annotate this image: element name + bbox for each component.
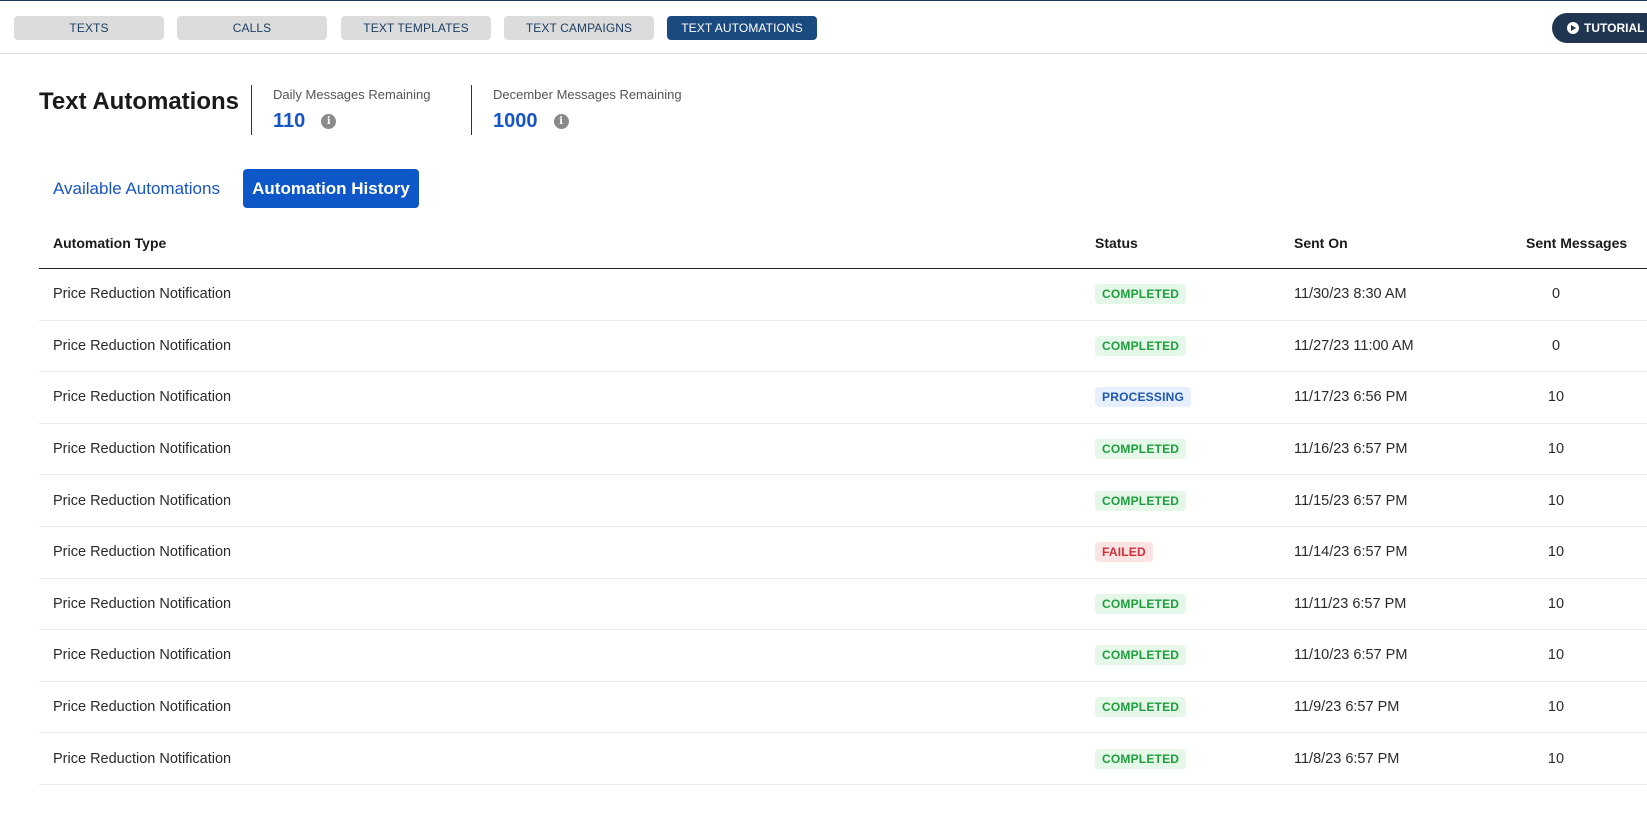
sent-on-cell: 11/27/23 11:00 AM bbox=[1294, 337, 1414, 354]
status-cell: COMPLETED bbox=[1095, 733, 1187, 784]
sent-messages-cell: 0 bbox=[1551, 337, 1561, 354]
column-header-status[interactable]: Status bbox=[1095, 235, 1138, 251]
sent-messages-cell: 10 bbox=[1547, 544, 1565, 561]
status-badge: PROCESSING bbox=[1095, 387, 1192, 408]
table-row[interactable]: Price Reduction Notification COMPLETED 11/… bbox=[39, 682, 1647, 734]
sent-on-cell: 11/10/23 6:57 PM bbox=[1294, 647, 1408, 664]
status-badge: COMPLETED bbox=[1095, 284, 1187, 305]
sent-on-cell: 11/8/23 6:57 PM bbox=[1294, 750, 1400, 767]
sent-on-cell: 11/9/23 6:57 PM bbox=[1294, 699, 1400, 716]
nav-tab-texts[interactable]: TEXTS bbox=[14, 16, 164, 40]
daily-messages-label: Daily Messages Remaining bbox=[273, 87, 431, 102]
status-badge: COMPLETED bbox=[1095, 490, 1187, 511]
sent-messages-cell: 10 bbox=[1547, 441, 1565, 458]
automation-type-cell: Price Reduction Notification bbox=[53, 544, 232, 561]
column-header-automation-type[interactable]: Automation Type bbox=[53, 235, 166, 251]
daily-messages-stat: Daily Messages Remaining 110 i bbox=[273, 87, 431, 133]
table-header: Automation Type Status Sent On Sent Mess… bbox=[39, 225, 1647, 269]
status-cell: COMPLETED bbox=[1095, 424, 1187, 475]
table-row[interactable]: Price Reduction Notification PROCESSING 11… bbox=[39, 372, 1647, 424]
sent-messages-cell: 10 bbox=[1547, 647, 1565, 664]
table-row[interactable]: Price Reduction Notification COMPLETED 11/… bbox=[39, 579, 1647, 631]
sent-messages-cell: 10 bbox=[1547, 492, 1565, 509]
column-header-sent-on[interactable]: Sent On bbox=[1294, 235, 1348, 251]
status-badge: COMPLETED bbox=[1095, 335, 1187, 356]
status-badge: COMPLETED bbox=[1095, 645, 1187, 666]
sent-messages-cell: 10 bbox=[1547, 750, 1565, 767]
sent-messages-cell: 0 bbox=[1551, 286, 1561, 303]
top-nav-bar: TEXTS CALLS TEXT TEMPLATES TEXT CAMPAIGN… bbox=[0, 1, 1647, 54]
status-cell: PROCESSING bbox=[1095, 372, 1192, 423]
sent-on-cell: 11/11/23 6:57 PM bbox=[1294, 595, 1407, 612]
status-badge: COMPLETED bbox=[1095, 748, 1187, 769]
page-title: Text Automations bbox=[39, 88, 240, 115]
table-row[interactable]: Price Reduction Notification COMPLETED 11/… bbox=[39, 630, 1647, 682]
automation-type-cell: Price Reduction Notification bbox=[53, 389, 232, 406]
automation-type-cell: Price Reduction Notification bbox=[53, 441, 232, 458]
monthly-messages-value: 1000 bbox=[493, 110, 538, 132]
table-row[interactable]: Price Reduction Notification COMPLETED 11/… bbox=[39, 424, 1647, 476]
status-badge: FAILED bbox=[1095, 542, 1153, 563]
nav-tab-calls[interactable]: CALLS bbox=[177, 16, 327, 40]
header-divider bbox=[251, 85, 252, 135]
daily-messages-value: 110 bbox=[273, 110, 306, 132]
sent-on-cell: 11/14/23 6:57 PM bbox=[1294, 544, 1408, 561]
automation-type-cell: Price Reduction Notification bbox=[53, 647, 232, 664]
automation-type-cell: Price Reduction Notification bbox=[53, 699, 232, 716]
status-cell: COMPLETED bbox=[1095, 579, 1187, 630]
table-row[interactable]: Price Reduction Notification COMPLETED 11/… bbox=[39, 733, 1647, 785]
column-header-sent-messages[interactable]: Sent Messages bbox=[1526, 235, 1636, 251]
automation-type-cell: Price Reduction Notification bbox=[53, 492, 232, 509]
status-cell: COMPLETED bbox=[1095, 475, 1187, 526]
automation-type-cell: Price Reduction Notification bbox=[53, 337, 232, 354]
tutorial-button[interactable]: TUTORIAL V bbox=[1552, 13, 1647, 43]
header-divider bbox=[471, 85, 472, 135]
monthly-messages-stat: December Messages Remaining 1000 i bbox=[493, 87, 682, 133]
table-row[interactable]: Price Reduction Notification COMPLETED 11/… bbox=[39, 321, 1647, 373]
nav-tab-text-templates[interactable]: TEXT TEMPLATES bbox=[341, 16, 491, 40]
automation-type-cell: Price Reduction Notification bbox=[53, 750, 232, 767]
sent-on-cell: 11/16/23 6:57 PM bbox=[1294, 441, 1408, 458]
status-cell: FAILED bbox=[1095, 527, 1153, 578]
status-badge: COMPLETED bbox=[1095, 439, 1187, 460]
status-badge: COMPLETED bbox=[1095, 697, 1187, 718]
nav-tab-text-automations[interactable]: TEXT AUTOMATIONS bbox=[667, 16, 817, 40]
automation-type-cell: Price Reduction Notification bbox=[53, 595, 232, 612]
sent-on-cell: 11/17/23 6:56 PM bbox=[1294, 389, 1408, 406]
status-cell: COMPLETED bbox=[1095, 682, 1187, 733]
tab-available-automations[interactable]: Available Automations bbox=[53, 169, 220, 208]
table-row[interactable]: Price Reduction Notification FAILED 11/14/… bbox=[39, 527, 1647, 579]
tutorial-label: TUTORIAL V bbox=[1584, 21, 1647, 35]
status-badge: COMPLETED bbox=[1095, 593, 1187, 614]
sent-on-cell: 11/30/23 8:30 AM bbox=[1294, 286, 1407, 303]
tab-automation-history[interactable]: Automation History bbox=[243, 169, 419, 208]
automation-history-table: Automation Type Status Sent On Sent Mess… bbox=[39, 225, 1647, 785]
sent-on-cell: 11/15/23 6:57 PM bbox=[1294, 492, 1408, 509]
sent-messages-cell: 10 bbox=[1547, 595, 1565, 612]
status-cell: COMPLETED bbox=[1095, 269, 1187, 320]
play-icon bbox=[1567, 22, 1579, 34]
table-row[interactable]: Price Reduction Notification COMPLETED 11/… bbox=[39, 475, 1647, 527]
nav-tab-text-campaigns[interactable]: TEXT CAMPAIGNS bbox=[504, 16, 654, 40]
table-row[interactable]: Price Reduction Notification COMPLETED 11/… bbox=[39, 269, 1647, 321]
status-cell: COMPLETED bbox=[1095, 321, 1187, 372]
info-icon[interactable]: i bbox=[321, 114, 337, 129]
sent-messages-cell: 10 bbox=[1547, 389, 1565, 406]
table-body: Price Reduction Notification COMPLETED 11/… bbox=[39, 269, 1647, 785]
sent-messages-cell: 10 bbox=[1547, 699, 1565, 716]
automation-type-cell: Price Reduction Notification bbox=[53, 286, 232, 303]
info-icon[interactable]: i bbox=[553, 114, 569, 129]
monthly-messages-label: December Messages Remaining bbox=[493, 87, 682, 102]
status-cell: COMPLETED bbox=[1095, 630, 1187, 681]
